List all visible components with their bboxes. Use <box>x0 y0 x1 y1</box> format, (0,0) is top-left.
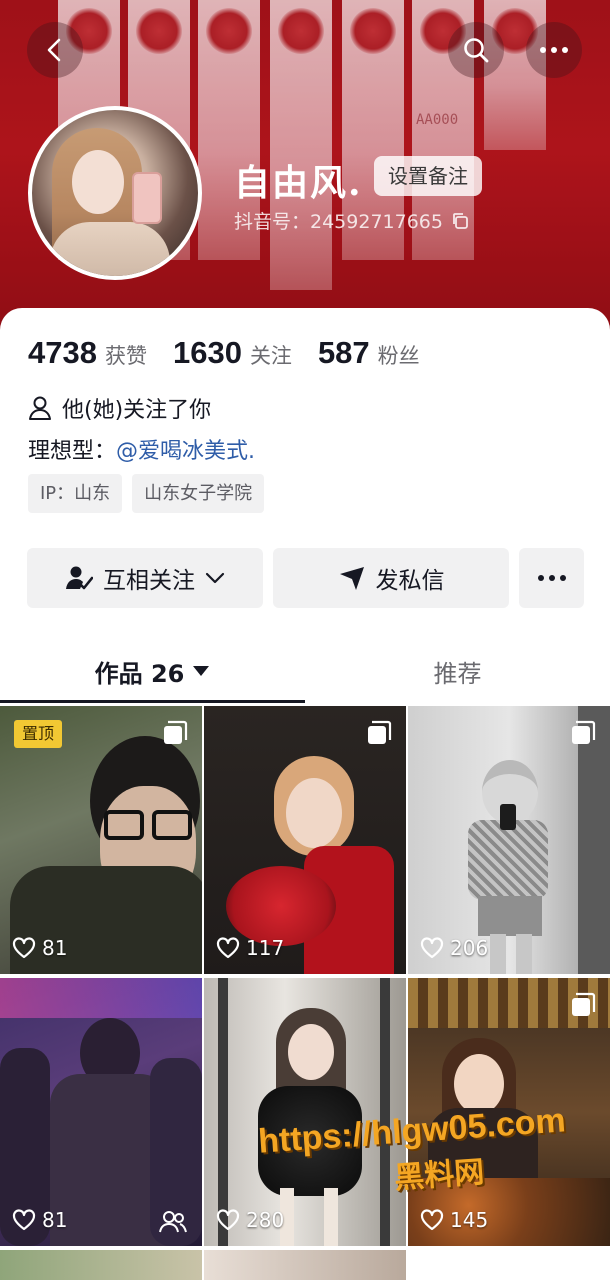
action-row: 互相关注 发私信 <box>27 548 584 608</box>
more-actions-button[interactable] <box>519 548 584 608</box>
search-icon <box>464 38 489 63</box>
tab-works-label: 作品 26 <box>94 659 185 688</box>
mutual-follow-button[interactable]: 互相关注 <box>27 548 263 608</box>
search-button[interactable] <box>448 22 504 78</box>
send-message-button[interactable]: 发私信 <box>273 548 509 608</box>
back-button[interactable] <box>27 22 83 78</box>
user-check-icon <box>66 566 93 590</box>
tag-ip-location: IP：山东 <box>28 474 123 513</box>
avatar[interactable] <box>28 106 202 280</box>
heart-icon <box>216 1209 240 1231</box>
more-horizontal-icon <box>540 47 568 53</box>
content-tabs: 作品 26 推荐 <box>0 638 610 704</box>
empty-slot <box>408 1250 610 1280</box>
user-icon <box>29 396 51 420</box>
active-tab-indicator <box>0 700 305 703</box>
tab-recommend[interactable]: 推荐 <box>305 638 610 704</box>
pinned-badge: 置顶 <box>14 720 63 748</box>
video-thumbnail[interactable] <box>204 1250 406 1280</box>
stat-likes[interactable]: 4738 获赞 <box>28 335 147 371</box>
stat-followers[interactable]: 587 粉丝 <box>318 335 420 371</box>
video-grid: 置顶 81 117 206 81 280 145 <box>0 706 610 1280</box>
tab-recommend-label: 推荐 <box>433 659 482 688</box>
multi-photo-icon <box>368 720 392 744</box>
copy-icon[interactable] <box>451 212 469 230</box>
multi-photo-icon <box>572 720 596 744</box>
mutual-follow-label: 互相关注 <box>103 568 195 594</box>
video-thumbnail[interactable]: 280 <box>204 978 406 1246</box>
heart-icon <box>420 937 444 959</box>
send-message-label: 发私信 <box>375 568 445 594</box>
heart-icon <box>420 1209 444 1231</box>
tab-works[interactable]: 作品 26 <box>0 638 305 704</box>
stat-following[interactable]: 1630 关注 <box>173 335 292 371</box>
bio-prefix: 理想型： <box>28 439 117 464</box>
bio-mention-link[interactable]: @爱喝冰美式. <box>116 439 255 464</box>
like-count: 206 <box>420 936 488 960</box>
more-options-button[interactable] <box>526 22 582 78</box>
douyin-id-text: 抖音号：24592717665 <box>234 211 443 233</box>
like-count: 81 <box>12 936 67 960</box>
chevron-down-icon <box>205 572 225 584</box>
heart-icon <box>12 1209 36 1231</box>
video-thumbnail[interactable]: 81 <box>0 978 202 1246</box>
multi-photo-icon <box>572 992 596 1016</box>
like-count: 280 <box>216 1208 284 1232</box>
video-thumbnail[interactable]: 置顶 81 <box>0 706 202 974</box>
profile-banner: AA000 自由风. 设置备注 抖音号：24592717665 <box>0 0 610 330</box>
heart-icon <box>216 937 240 959</box>
more-horizontal-icon <box>537 575 566 581</box>
collab-users-icon <box>159 1211 187 1233</box>
set-remark-button[interactable]: 设置备注 <box>374 156 482 196</box>
douyin-id[interactable]: 抖音号：24592717665 <box>234 207 469 234</box>
send-icon <box>339 567 364 590</box>
heart-icon <box>12 937 36 959</box>
watermark-name: 黑料网 <box>393 1154 486 1197</box>
follows-you-text: 他(她)关注了你 <box>62 398 212 423</box>
video-thumbnail[interactable] <box>0 1250 202 1280</box>
nickname: 自由风. <box>234 162 363 204</box>
like-count: 81 <box>12 1208 67 1232</box>
like-count: 145 <box>420 1208 488 1232</box>
profile-tags: IP：山东 山东女子学院 <box>28 474 265 513</box>
chevron-left-icon <box>47 38 61 62</box>
video-thumbnail[interactable]: 117 <box>204 706 406 974</box>
multi-photo-icon <box>164 720 188 744</box>
bio: 理想型：@爱喝冰美式. <box>28 433 255 465</box>
video-thumbnail[interactable]: 206 <box>408 706 610 974</box>
follows-you-indicator: 他(她)关注了你 <box>28 392 211 424</box>
stats-row: 4738 获赞 1630 关注 587 粉丝 <box>28 335 446 371</box>
caret-down-icon <box>193 666 210 676</box>
like-count: 117 <box>216 936 284 960</box>
tag-school[interactable]: 山东女子学院 <box>132 474 265 513</box>
